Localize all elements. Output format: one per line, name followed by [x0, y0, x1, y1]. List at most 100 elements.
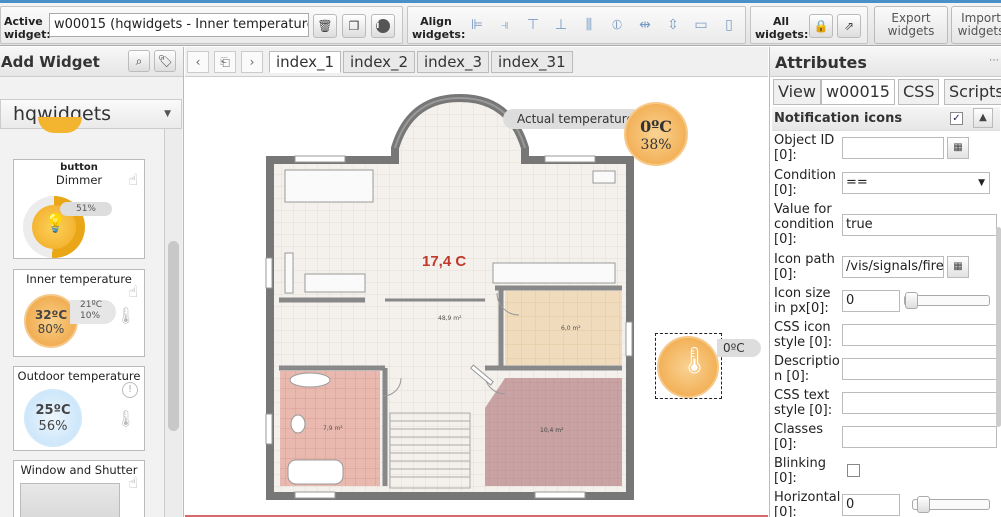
widget-set-select[interactable]: hqwidgets ▼ — [0, 99, 182, 129]
widget-info-button[interactable]: i — [371, 14, 395, 38]
tabs-scroll-left-button[interactable]: ‹ — [187, 51, 209, 73]
tab-css[interactable]: CSS — [898, 79, 940, 105]
area-label-hall: 48,9 m² — [438, 315, 462, 322]
widget-card-title: Inner temperature — [26, 272, 132, 286]
widget-card-title: Outdoor temperature — [17, 369, 141, 383]
widget-preview-partial — [38, 117, 82, 133]
tab-index-31[interactable]: index_31 — [491, 51, 573, 73]
open-external-button[interactable]: ⇗ — [837, 14, 861, 38]
widget-card-title: button — [60, 162, 98, 173]
object-id-picker-button[interactable]: ▦ — [947, 137, 969, 159]
icon-size-slider[interactable] — [904, 292, 990, 309]
classes-label: Classes [0]: — [774, 422, 823, 452]
same-width-icon[interactable]: ▭ — [693, 17, 709, 33]
slider-knob[interactable] — [905, 292, 918, 309]
main-toolbar: Active widget: w00015 (hqwidgets - Inner… — [0, 0, 1001, 46]
icon-size-input[interactable]: 0 — [842, 290, 900, 312]
import-widgets-button[interactable]: Import widgets — [951, 6, 1001, 44]
scrollbar-thumb[interactable] — [168, 241, 179, 431]
notification-icons-section[interactable]: Notification icons ✓ ▲ — [772, 107, 1000, 131]
tab-scripts[interactable]: Scripts — [944, 79, 1001, 105]
copy-icon: ❐ — [348, 19, 360, 33]
widget-list-scrollbar[interactable] — [164, 129, 182, 517]
distribute-horizontal-icon[interactable]: ⇹ — [637, 17, 653, 33]
align-bottom-icon[interactable]: ⊥ — [553, 17, 569, 33]
widget-card-inner-temperature[interactable]: Inner temperature ☝ 32ºC 80% 21ºC 10% 🌡 — [13, 269, 145, 357]
add-widget-title: Add Widget — [1, 53, 100, 71]
temperature-gauge-widget[interactable]: 0ºC 38% — [624, 102, 688, 166]
distribute-vertical-icon[interactable]: ⇳ — [665, 17, 681, 33]
outdoor-hum-value: 56% — [38, 419, 68, 434]
align-widgets-label: Align widgets: — [412, 15, 466, 41]
panel-menu-icon[interactable]: ⋯ — [989, 55, 999, 66]
tab-index-2[interactable]: index_2 — [343, 51, 416, 73]
align-left-icon[interactable]: ⊫ — [469, 17, 485, 33]
widget-filter-button[interactable]: 🏷 — [154, 50, 176, 72]
info-icon: i — [376, 19, 390, 33]
tab-view[interactable]: View — [773, 79, 821, 105]
delete-widget-button[interactable]: 🗑 — [313, 14, 337, 38]
dimmer-value: 51% — [75, 204, 96, 214]
area-label-kitchen: 6,0 m² — [561, 325, 581, 332]
selected-widget-outline[interactable]: 🌡 — [655, 333, 722, 399]
thermometer-icon: 🌡 — [678, 346, 712, 376]
condition-value: == — [846, 175, 868, 190]
widget-card-dimmer[interactable]: button Dimmer ☝ 💡 51% — [13, 159, 145, 259]
same-height-icon[interactable]: ▯ — [721, 17, 737, 33]
active-widget-select[interactable]: w00015 (hqwidgets - Inner temperature — [49, 13, 309, 37]
lock-widgets-button[interactable]: 🔒 — [809, 14, 833, 38]
list-icon: ▦ — [953, 142, 963, 153]
section-enable-checkbox[interactable]: ✓ — [950, 112, 963, 125]
tab-index-1[interactable]: index_1 — [269, 51, 342, 73]
align-center-vertical-icon[interactable]: ⫼ — [581, 17, 597, 33]
actual-temp-pill: Actual temperature — [503, 109, 643, 129]
drag-hand-icon: ☝ — [128, 170, 138, 189]
tabs-menu-button[interactable]: ⎗ — [214, 51, 236, 73]
widget-card-outdoor-temperature[interactable]: Outdoor temperature ! 25ºC 56% 🌡 — [13, 366, 145, 451]
classes-input[interactable] — [842, 426, 997, 448]
tabs-scroll-right-button[interactable]: › — [241, 51, 263, 73]
icon-path-picker-button[interactable]: ▦ — [947, 256, 969, 278]
blinking-checkbox[interactable] — [847, 464, 860, 477]
align-right-icon[interactable]: ⫣ — [497, 17, 513, 33]
condition-select[interactable]: == ▼ — [842, 172, 990, 194]
align-center-horizontal-icon[interactable]: ⦶ — [609, 17, 625, 33]
description-input[interactable] — [842, 358, 997, 380]
value-for-condition-input[interactable]: true — [842, 214, 997, 236]
tab-w00015[interactable]: w00015 — [821, 79, 895, 105]
chevron-left-icon: ‹ — [195, 55, 201, 69]
widget-card-subtitle: Dimmer — [55, 173, 103, 187]
copy-widget-button[interactable]: ❐ — [342, 14, 366, 38]
list-icon: ▦ — [953, 261, 963, 272]
css-text-style-input[interactable] — [842, 392, 997, 414]
slider-knob[interactable] — [917, 496, 930, 513]
inner-set-temp: 21ºC — [80, 300, 102, 310]
icon-path-input[interactable]: /vis/signals/fire — [842, 256, 944, 278]
outdoor-value-pill: 0ºC — [717, 339, 761, 357]
inner-set-values: 21ºC 10% — [70, 300, 116, 324]
value-for-condition-label: Value for condition [0]: — [774, 202, 835, 247]
icon-path-label: Icon path [0]: — [774, 252, 835, 282]
object-id-input[interactable] — [842, 137, 944, 159]
attributes-title: Attributes — [775, 53, 867, 72]
dropdown-arrow-icon: ▼ — [164, 109, 171, 119]
tab-index-3[interactable]: index_3 — [417, 51, 490, 73]
area-label-bathroom: 7,9 m² — [323, 425, 343, 432]
widget-card-title: Window and Shutter — [20, 463, 138, 477]
export-widgets-button[interactable]: Export widgets — [874, 6, 948, 44]
outdoor-temp-preview: 25ºC 56% — [24, 389, 82, 447]
search-icon: ⌕ — [135, 53, 143, 68]
align-top-icon[interactable]: ⊤ — [525, 17, 541, 33]
all-widgets-label: All widgets: — [755, 15, 809, 41]
horizontal-slider[interactable] — [912, 496, 990, 513]
css-icon-style-input[interactable] — [842, 324, 997, 346]
widget-search-button[interactable]: ⌕ — [128, 50, 150, 72]
attributes-scrollbar[interactable] — [996, 227, 1001, 427]
dropdown-arrow-icon: ▼ — [978, 178, 985, 188]
blinking-label: Blinking [0]: — [774, 456, 827, 486]
widget-card-window-shutter[interactable]: Window and Shutter ☝ — [13, 460, 145, 517]
view-canvas[interactable]: 6,0 m² 7,9 m² 10,4 m² 48,9 m² Actual tem… — [185, 78, 768, 517]
inner-hum-value: 80% — [37, 322, 65, 336]
section-collapse-button[interactable]: ▲ — [973, 108, 993, 128]
horizontal-input[interactable]: 0 — [842, 494, 900, 516]
